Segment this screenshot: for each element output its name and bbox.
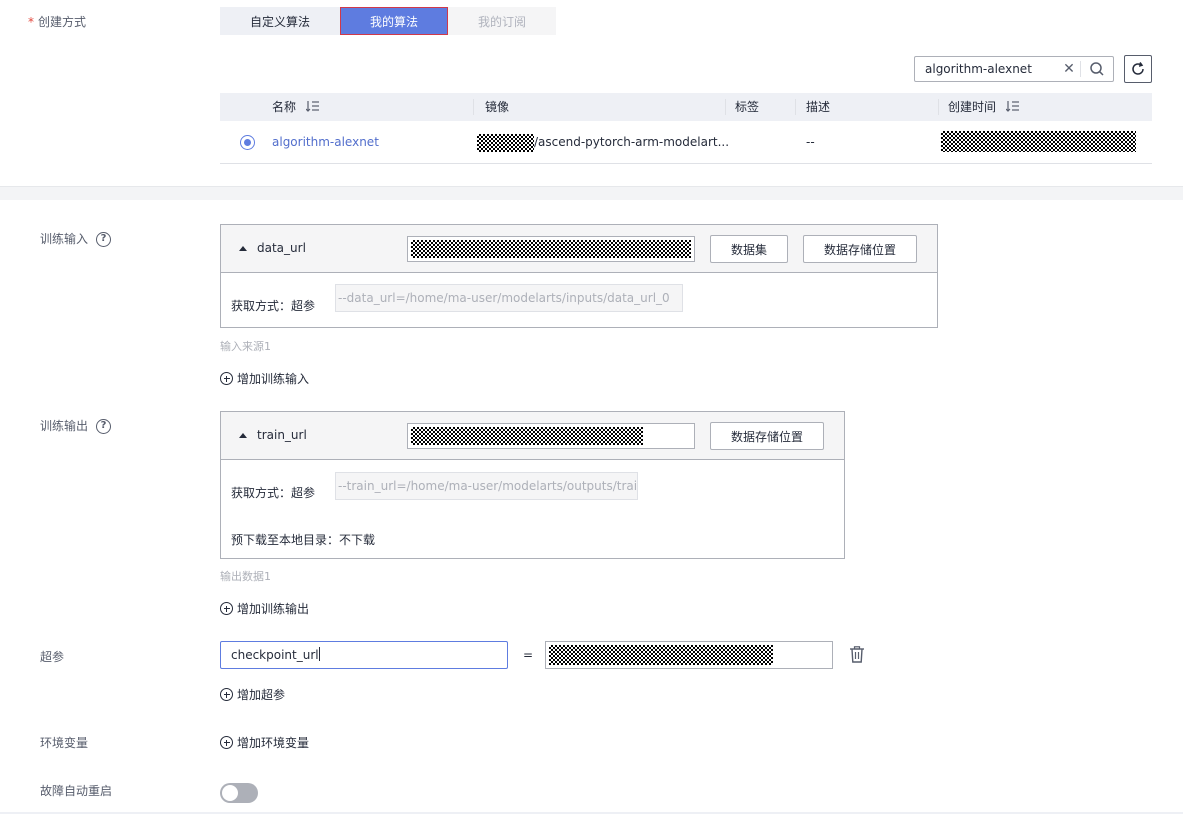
redacted-image-prefix	[477, 133, 534, 152]
col-name[interactable]: 名称	[272, 93, 320, 121]
input-source-hint: 输入来源1	[220, 340, 271, 353]
training-input-header: data_url 数据集 数据存储位置	[221, 225, 937, 273]
output-source-hint: 输出数据1	[220, 570, 271, 583]
create-method-label: * 创建方式	[28, 15, 87, 29]
search-icon[interactable]	[1081, 57, 1113, 81]
refresh-icon[interactable]	[1124, 55, 1152, 83]
predownload-text: 预下载至本地目录：不下载	[231, 533, 376, 547]
row-radio[interactable]	[240, 135, 255, 150]
col-image: 镜像	[485, 100, 510, 114]
output-name: train_url	[257, 428, 307, 442]
redacted-path	[411, 427, 644, 445]
table-row[interactable]: algorithm-alexnet /ascend-pytorch-arm-mo…	[220, 121, 1152, 164]
dataset-button[interactable]: 数据集	[710, 235, 788, 263]
training-output-panel: train_url 数据存储位置 获取方式：超参 --train_url=/ho…	[220, 411, 845, 559]
hyperparams-label: 超参	[40, 650, 65, 664]
algorithm-table-header: 名称 镜像 标签 描述 创建时间	[220, 93, 1152, 121]
training-output-label: 训练输出?	[40, 417, 112, 434]
input-path-field[interactable]	[407, 236, 695, 262]
training-input-label: 训练输入?	[40, 230, 112, 247]
image-cell: /ascend-pytorch-arm-modelart...	[477, 121, 729, 164]
sort-icon[interactable]	[305, 100, 320, 112]
collapse-icon[interactable]	[239, 433, 247, 438]
search-input[interactable]: algorithm-alexnet	[915, 62, 1058, 76]
tab-my-subscription[interactable]: 我的订阅	[448, 7, 556, 35]
add-icon	[220, 602, 233, 615]
equals-sign: =	[523, 648, 534, 662]
output-method-value: --train_url=/home/ma-user/modelarts/outp…	[335, 472, 638, 500]
training-output-header: train_url 数据存储位置	[221, 412, 844, 460]
sort-icon[interactable]	[1005, 100, 1020, 112]
storage-location-button[interactable]: 数据存储位置	[710, 422, 824, 450]
tab-my-algorithm[interactable]: 我的算法	[340, 7, 448, 35]
add-env-var-button[interactable]: 增加环境变量	[220, 734, 309, 751]
add-icon	[220, 372, 233, 385]
add-training-output-button[interactable]: 增加训练输出	[220, 600, 309, 617]
training-input-panel: data_url 数据集 数据存储位置 获取方式：超参 --data_url=/…	[220, 224, 938, 328]
tab-custom-algorithm[interactable]: 自定义算法	[220, 7, 340, 35]
input-method-label: 获取方式：超参	[231, 299, 316, 313]
auto-restart-toggle[interactable]	[220, 783, 258, 803]
delete-icon[interactable]	[849, 646, 865, 666]
storage-location-button[interactable]: 数据存储位置	[803, 235, 917, 263]
hyperparam-value-input[interactable]	[545, 641, 833, 669]
add-icon	[220, 688, 233, 701]
col-tags: 标签	[735, 100, 760, 114]
add-training-input-button[interactable]: 增加训练输入	[220, 370, 309, 387]
input-name: data_url	[257, 241, 306, 255]
search-box[interactable]: algorithm-alexnet ✕	[914, 56, 1114, 82]
auto-restart-label: 故障自动重启	[40, 784, 113, 798]
col-description: 描述	[806, 100, 831, 114]
description-cell: --	[806, 135, 815, 149]
redacted-created-time	[941, 131, 1136, 152]
clear-icon[interactable]: ✕	[1058, 61, 1080, 77]
redacted-path	[411, 240, 691, 258]
redacted-value	[549, 645, 773, 665]
help-icon[interactable]: ?	[96, 232, 112, 247]
help-icon[interactable]: ?	[96, 419, 112, 434]
output-path-field[interactable]	[407, 423, 695, 449]
algorithm-name-link[interactable]: algorithm-alexnet	[272, 121, 379, 164]
col-created-time[interactable]: 创建时间	[948, 93, 1020, 121]
add-hyperparam-button[interactable]: 增加超参	[220, 686, 285, 703]
collapse-icon[interactable]	[239, 246, 247, 251]
hyperparam-key-input[interactable]: checkpoint_url	[220, 641, 508, 669]
required-mark: *	[28, 15, 34, 29]
input-method-value: --data_url=/home/ma-user/modelarts/input…	[335, 284, 683, 312]
section-divider	[0, 186, 1183, 200]
env-vars-label: 环境变量	[40, 736, 89, 750]
add-icon	[220, 736, 233, 749]
output-method-label: 获取方式：超参	[231, 486, 316, 500]
